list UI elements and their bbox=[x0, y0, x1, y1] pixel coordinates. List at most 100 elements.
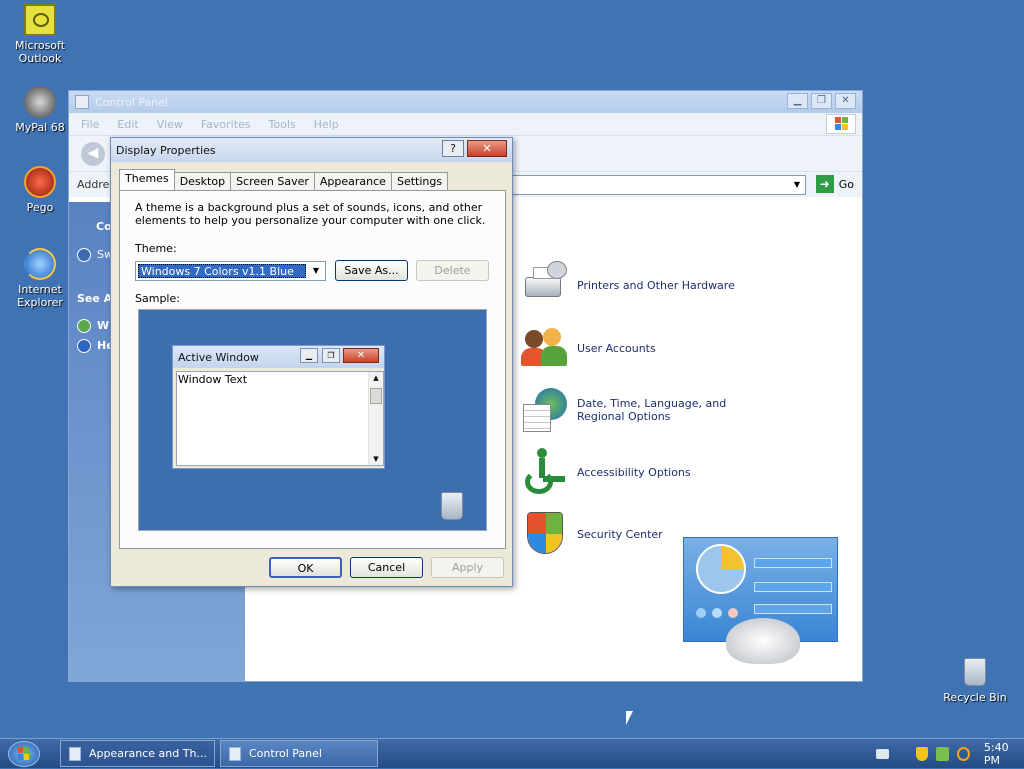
control-panel-titlebar[interactable]: Control Panel ▁ ❐ ✕ bbox=[69, 91, 862, 113]
category-label: Accessibility Options bbox=[577, 465, 691, 479]
sample-close-icon: ✕ bbox=[343, 348, 379, 363]
menu-help[interactable]: Help bbox=[314, 118, 339, 131]
menu-favorites[interactable]: Favorites bbox=[201, 118, 251, 131]
shield-icon bbox=[521, 510, 569, 558]
keyboard-icon[interactable] bbox=[876, 748, 889, 759]
mouse-cursor-icon bbox=[626, 711, 633, 725]
close-button[interactable]: ✕ bbox=[835, 93, 856, 109]
start-button[interactable] bbox=[8, 741, 40, 767]
dialog-titlebar[interactable]: Display Properties ? ✕ bbox=[111, 138, 512, 162]
taskbar-item-control-panel[interactable]: Control Panel bbox=[220, 740, 378, 767]
apply-button[interactable]: Apply bbox=[431, 557, 504, 578]
search-icon[interactable] bbox=[956, 746, 970, 761]
control-panel-illustration bbox=[683, 537, 838, 664]
menu-edit[interactable]: Edit bbox=[117, 118, 138, 131]
go-button[interactable]: ➜ Go bbox=[815, 175, 854, 193]
category-date-time[interactable]: Date, Time, Language, and Regional Optio… bbox=[521, 386, 777, 434]
tab-desktop[interactable]: Desktop bbox=[173, 172, 232, 190]
desktop-icon-pego[interactable]: Pego bbox=[5, 166, 75, 214]
task-label: Control Panel bbox=[249, 747, 322, 760]
desktop-icon-mypal[interactable]: MyPal 68 bbox=[5, 86, 75, 134]
desktop-icon-ie[interactable]: Internet Explorer bbox=[5, 248, 75, 309]
windows-update-link[interactable]: W bbox=[97, 319, 109, 332]
menu-tools[interactable]: Tools bbox=[269, 118, 296, 131]
display-properties-dialog: Display Properties ? ✕ Themes Desktop Sc… bbox=[110, 137, 513, 587]
maximize-button[interactable]: ❐ bbox=[811, 93, 832, 109]
desktop-icon-label: Recycle Bin bbox=[943, 691, 1007, 704]
themes-description: A theme is a background plus a set of so… bbox=[135, 201, 486, 227]
bar-graphic bbox=[754, 604, 832, 614]
dots-graphic bbox=[696, 608, 738, 618]
pie-chart-icon bbox=[696, 544, 746, 594]
bar-graphic bbox=[754, 582, 832, 592]
scroll-down-icon: ▼ bbox=[373, 455, 379, 463]
go-label: Go bbox=[838, 177, 854, 191]
menu-view[interactable]: View bbox=[157, 118, 183, 131]
category-user-accounts[interactable]: User Accounts bbox=[521, 324, 656, 372]
windows-update-icon bbox=[77, 319, 91, 333]
tab-appearance[interactable]: Appearance bbox=[313, 172, 392, 190]
desktop-icon-label: MyPal 68 bbox=[15, 121, 65, 134]
theme-select[interactable]: Windows 7 Colors v1.1 Blue ▼ bbox=[135, 261, 326, 281]
sample-window-title: Active Window bbox=[178, 350, 259, 364]
sample-window-body: Window Text ▲ ▼ bbox=[176, 371, 384, 466]
recycle-bin-icon bbox=[959, 656, 991, 688]
taskbar-item-appearance[interactable]: Appearance and Th... bbox=[60, 740, 215, 767]
scroll-up-icon: ▲ bbox=[373, 374, 379, 382]
chevron-down-icon[interactable]: ▼ bbox=[308, 263, 324, 279]
category-security-center[interactable]: Security Center bbox=[521, 510, 663, 558]
category-label: Security Center bbox=[577, 527, 663, 541]
taskbar: Appearance and Th... Control Panel 5:40 … bbox=[0, 738, 1024, 768]
sample-active-window: Active Window ▁ ❐ ✕ Window Text ▲ ▼ bbox=[172, 345, 385, 469]
mypal-icon bbox=[24, 86, 56, 118]
security-shield-icon[interactable] bbox=[915, 746, 929, 761]
desktop-icon-outlook[interactable]: Microsoft Outlook bbox=[5, 4, 75, 65]
tab-settings[interactable]: Settings bbox=[390, 172, 449, 190]
theme-sample-preview: Active Window ▁ ❐ ✕ Window Text ▲ ▼ bbox=[138, 309, 487, 531]
help-button[interactable]: ? bbox=[442, 140, 464, 157]
printer-icon bbox=[521, 261, 569, 309]
tab-strip: Themes Desktop Screen Saver Appearance S… bbox=[119, 169, 449, 190]
clock[interactable]: 5:40 PM bbox=[984, 741, 1024, 767]
network-icon[interactable] bbox=[936, 746, 949, 761]
go-arrow-icon: ➜ bbox=[815, 175, 834, 193]
sample-window-text: Window Text bbox=[178, 373, 248, 386]
category-accessibility[interactable]: Accessibility Options bbox=[521, 448, 691, 496]
task-label: Appearance and Th... bbox=[89, 747, 207, 760]
desktop-icon-recycle-bin[interactable]: Recycle Bin bbox=[940, 656, 1010, 704]
category-printers[interactable]: Printers and Other Hardware bbox=[521, 261, 735, 309]
menu-bar: File Edit View Favorites Tools Help bbox=[69, 113, 862, 135]
themes-panel: A theme is a background plus a set of so… bbox=[119, 190, 506, 549]
save-as-button[interactable]: Save As... bbox=[335, 260, 408, 281]
outlook-icon bbox=[24, 4, 56, 36]
sample-scrollbar: ▲ ▼ bbox=[368, 372, 383, 465]
theme-label: Theme: bbox=[135, 242, 177, 255]
category-label: Date, Time, Language, and Regional Optio… bbox=[577, 397, 727, 423]
window-icon bbox=[69, 746, 81, 761]
window-title: Control Panel bbox=[95, 95, 168, 109]
ok-button[interactable]: OK bbox=[269, 557, 342, 578]
control-panel-icon bbox=[75, 95, 89, 109]
sample-label: Sample: bbox=[135, 292, 180, 305]
menu-file[interactable]: File bbox=[81, 118, 99, 131]
minimize-button[interactable]: ▁ bbox=[787, 93, 808, 109]
close-button[interactable]: ✕ bbox=[467, 140, 507, 157]
windows-logo-icon bbox=[826, 114, 856, 134]
sample-minimize-icon: ▁ bbox=[300, 348, 318, 363]
sample-maximize-icon: ❐ bbox=[322, 348, 340, 363]
back-button[interactable]: ◀ bbox=[81, 142, 105, 166]
cancel-button[interactable]: Cancel bbox=[350, 557, 423, 578]
scroll-thumb bbox=[370, 388, 382, 404]
address-input[interactable]: ▼ bbox=[511, 175, 806, 195]
category-label: User Accounts bbox=[577, 341, 656, 355]
tab-themes[interactable]: Themes bbox=[119, 169, 175, 190]
category-label: Printers and Other Hardware bbox=[577, 278, 735, 292]
delete-button[interactable]: Delete bbox=[416, 260, 489, 281]
dialog-title: Display Properties bbox=[116, 143, 216, 157]
bar-graphic bbox=[754, 558, 832, 568]
pego-icon bbox=[24, 166, 56, 198]
switch-view-icon bbox=[77, 248, 91, 262]
tab-screen-saver[interactable]: Screen Saver bbox=[230, 172, 315, 190]
chevron-down-icon[interactable]: ▼ bbox=[789, 176, 805, 194]
window-icon bbox=[229, 746, 241, 761]
